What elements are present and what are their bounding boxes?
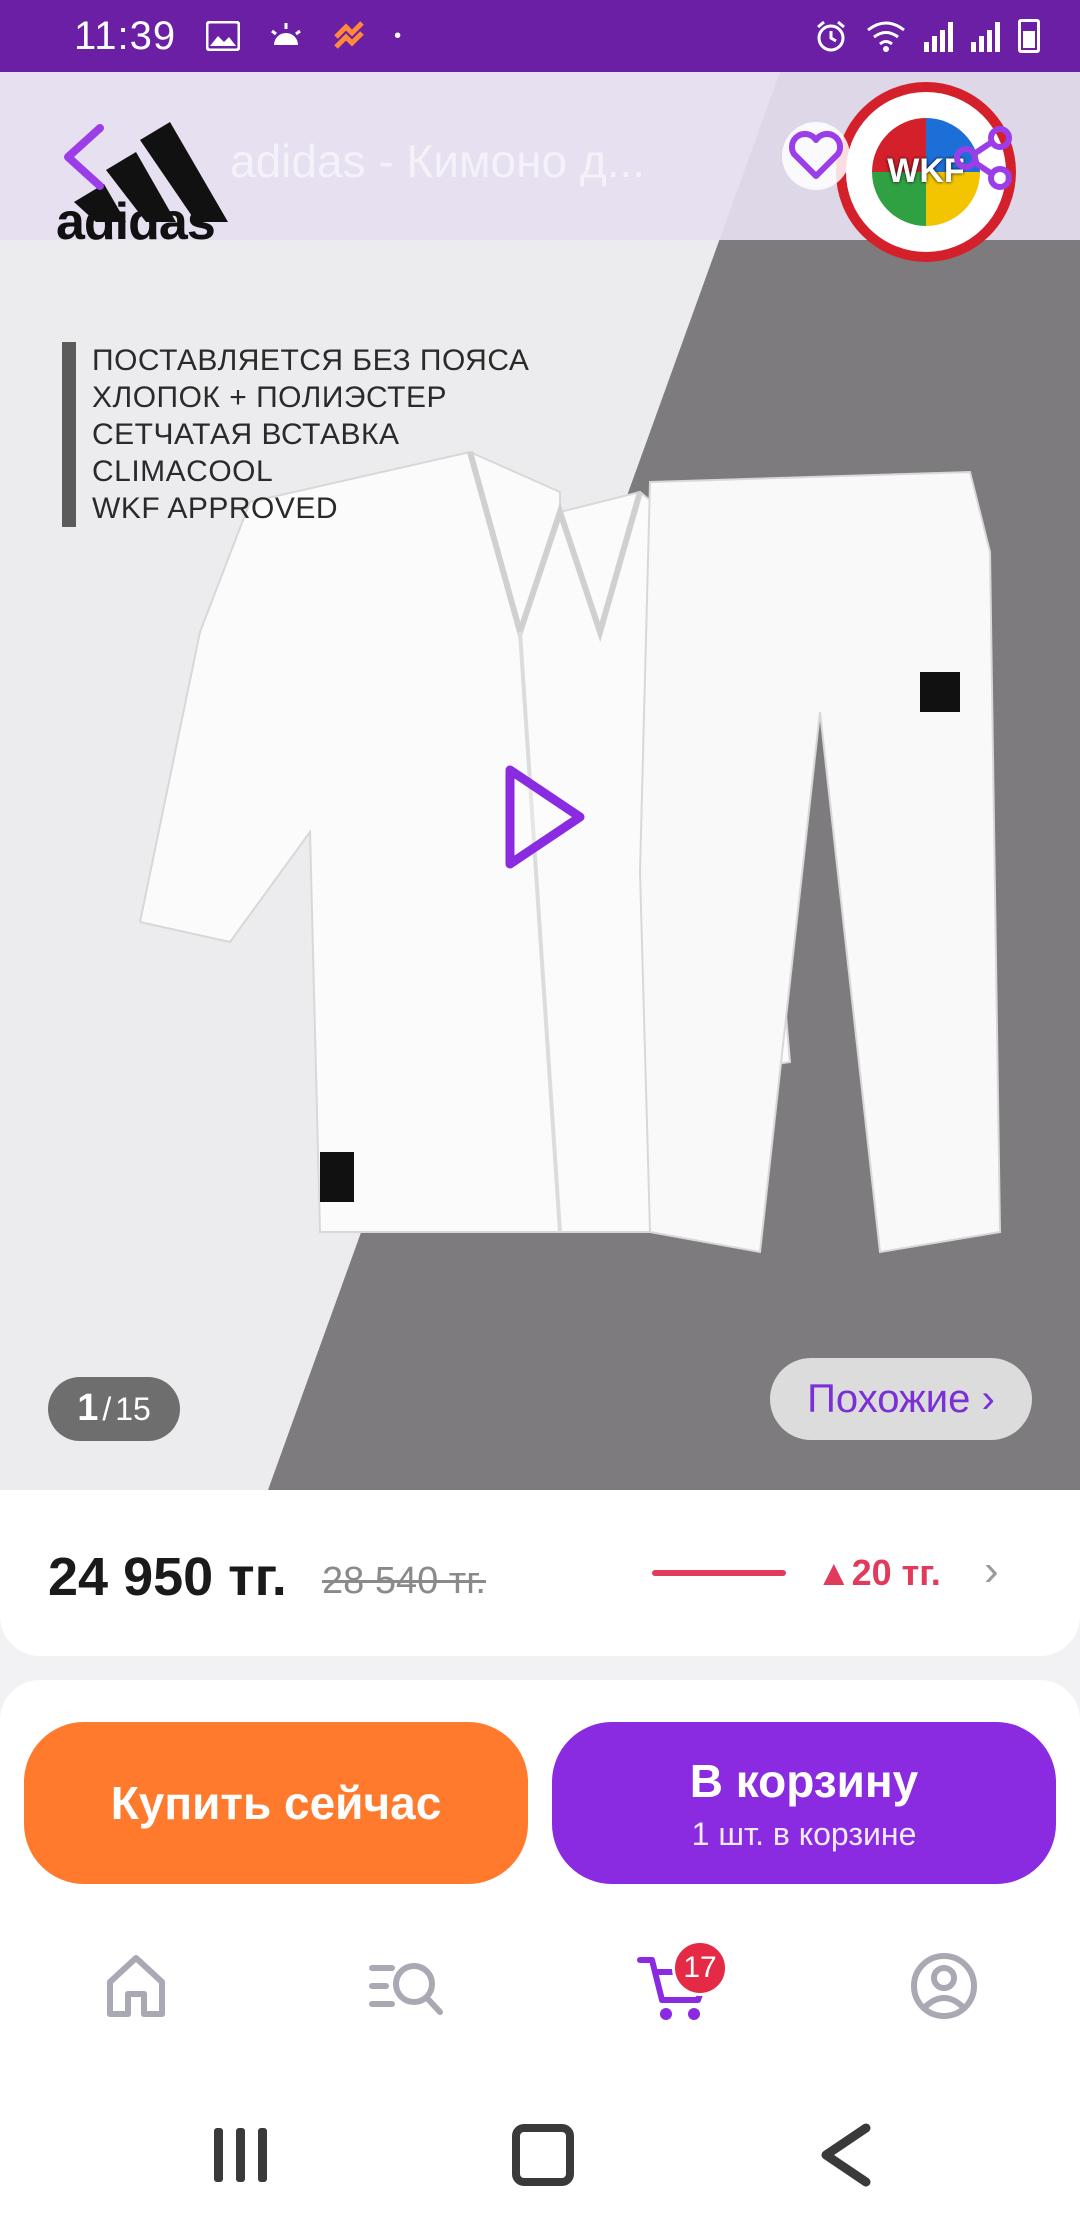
back-button-icon[interactable] xyxy=(812,2120,882,2190)
share-icon[interactable] xyxy=(948,122,1020,194)
buy-now-button[interactable]: Купить сейчас xyxy=(24,1722,528,1884)
feature-list: ПОСТАВЛЯЕТСЯ БЕЗ ПОЯСА ХЛОПОК + ПОЛИЭСТЕ… xyxy=(62,342,529,527)
play-video-icon[interactable] xyxy=(500,762,590,872)
add-to-cart-label: В корзину xyxy=(689,1754,919,1807)
image-counter-total: 15 xyxy=(115,1391,151,1427)
feature-item: CLIMACOOL xyxy=(92,455,274,488)
more-notifications-dot: • xyxy=(394,24,402,47)
feature-item: WKF APPROVED xyxy=(92,492,339,525)
profile-icon[interactable] xyxy=(904,1946,984,2026)
cart-quantity-label: 1 шт. в корзине xyxy=(691,1815,917,1852)
signal-icon-1 xyxy=(924,20,953,52)
weather-icon xyxy=(271,23,302,45)
image-counter-current: 1 xyxy=(77,1387,99,1429)
back-arrow-icon[interactable] xyxy=(56,122,116,192)
similar-products-button[interactable]: Похожие › xyxy=(770,1358,1032,1440)
feature-item: ПОСТАВЛЯЕТСЯ БЕЗ ПОЯСА xyxy=(92,344,530,377)
feature-item: ХЛОПОК + ПОЛИЭСТЕР xyxy=(92,381,447,414)
bottom-navigation: 17 xyxy=(0,1900,1080,2060)
cart-badge: 17 xyxy=(672,1940,728,1996)
feature-item: СЕТЧАТАЯ ВСТАВКА xyxy=(92,418,400,451)
product-page: 11:39 • adidas adidas - Кимоно д... WKF … xyxy=(0,0,1080,2220)
app-notification-icon xyxy=(334,21,364,49)
home-icon[interactable] xyxy=(96,1946,176,2026)
price-change: ▲20 тг. xyxy=(816,1552,941,1593)
chevron-right-icon[interactable]: › xyxy=(984,1546,999,1596)
status-time: 11:39 xyxy=(74,13,177,58)
wifi-icon xyxy=(867,21,905,52)
battery-icon xyxy=(1018,19,1040,53)
action-bar: Купить сейчас В корзину 1 шт. в корзине xyxy=(0,1680,1080,1900)
product-title: adidas - Кимоно д... xyxy=(230,135,646,187)
favorite-heart-icon[interactable] xyxy=(780,120,852,192)
adidas-wordmark: adidas xyxy=(56,193,216,251)
product-image-gallery[interactable]: adidas adidas - Кимоно д... WKF ПОСТАВЛЯ… xyxy=(0,72,1080,1490)
catalog-search-icon[interactable] xyxy=(366,1946,446,2026)
price-card[interactable]: 24 950 тг. 28 540 тг. ▲20 тг. › xyxy=(0,1490,1080,1656)
home-button-icon[interactable] xyxy=(508,2120,578,2190)
image-counter-separator: / xyxy=(102,1391,112,1427)
old-price: 28 540 тг. xyxy=(322,1560,486,1602)
system-navigation xyxy=(0,2060,1080,2220)
alarm-icon xyxy=(817,20,845,52)
image-counter: 1 / 15 xyxy=(48,1377,180,1441)
current-price: 24 950 тг. xyxy=(48,1547,287,1607)
price-trend-line xyxy=(652,1570,786,1576)
gallery-icon xyxy=(206,21,241,51)
recent-apps-icon[interactable] xyxy=(206,2120,276,2190)
status-bar: 11:39 • xyxy=(0,0,1080,72)
add-to-cart-button[interactable]: В корзину 1 шт. в корзине xyxy=(552,1722,1056,1884)
signal-icon-2 xyxy=(971,20,1000,52)
